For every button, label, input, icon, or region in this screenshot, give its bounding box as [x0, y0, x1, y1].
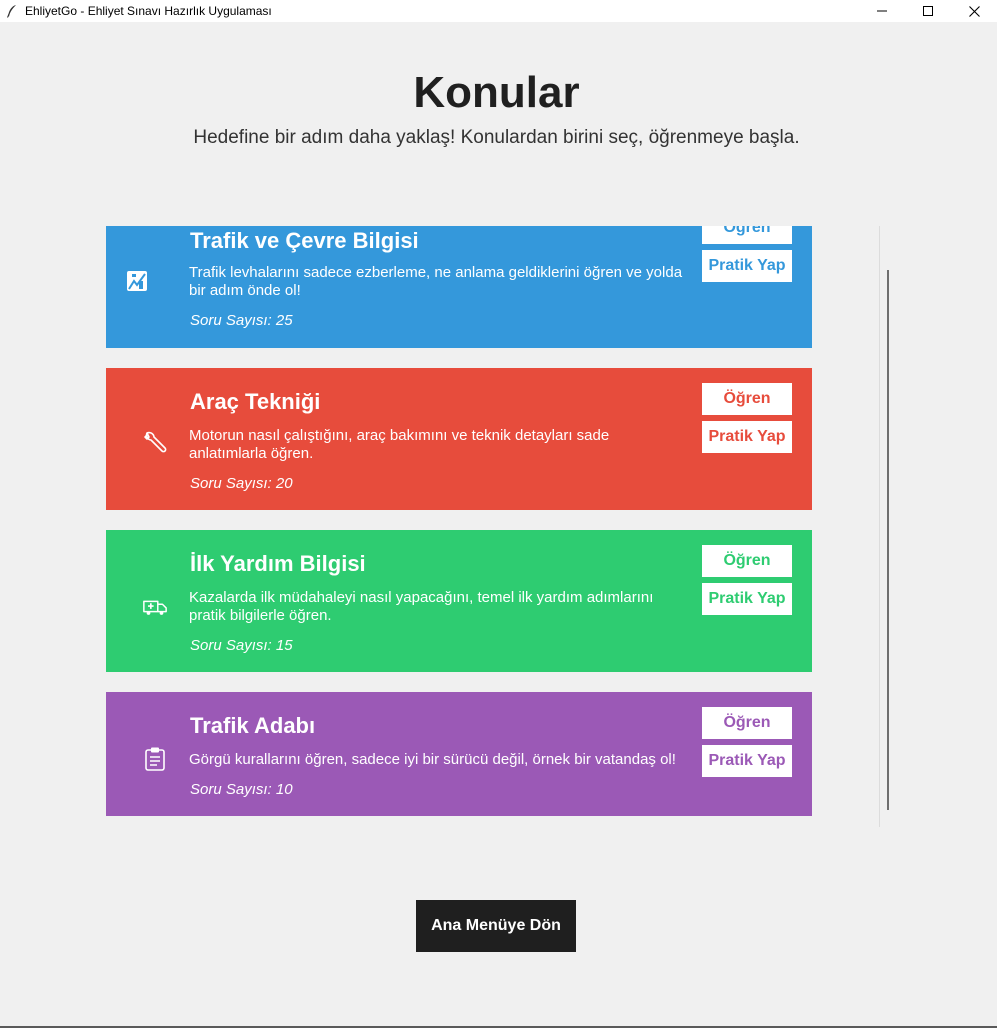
topic-card-vehicle: Araç Tekniği Motorun nasıl çalıştığını, …: [106, 368, 812, 510]
feather-icon: [5, 4, 19, 18]
topic-card-first-aid: İlk Yardım Bilgisi Kazalarda ilk müdahal…: [106, 530, 812, 672]
window-title: EhliyetGo - Ehliyet Sınavı Hazırlık Uygu…: [25, 4, 272, 18]
traffic-sign-icon: [124, 268, 150, 294]
topic-card-traffic: Trafik ve Çevre Bilgisi Trafik levhaları…: [106, 226, 812, 348]
minimize-button[interactable]: [859, 0, 905, 22]
topic-title: Trafik Adabı: [190, 713, 316, 738]
question-count: Soru Sayısı: 25: [190, 312, 293, 329]
window-controls: [859, 0, 997, 22]
topic-description: Görgü kurallarını öğren, sadece iyi bir …: [189, 751, 676, 768]
question-count: Soru Sayısı: 20: [190, 475, 293, 492]
page-title: Konular: [413, 68, 580, 117]
topic-description: Motorun nasıl çalıştığını, araç bakımını…: [189, 427, 610, 462]
learn-button[interactable]: Öğren: [702, 383, 792, 415]
learn-button[interactable]: Öğren: [702, 707, 792, 739]
back-to-main-menu-button[interactable]: Ana Menüye Dön: [416, 900, 576, 952]
topic-description: Kazalarda ilk müdahaleyi nasıl yapacağın…: [189, 589, 654, 624]
topic-title: İlk Yardım Bilgisi: [190, 551, 366, 576]
wrench-icon: [142, 430, 168, 456]
ambulance-icon: [142, 594, 168, 620]
practice-button[interactable]: Pratik Yap: [702, 583, 792, 615]
topic-description: Trafik levhalarını sadece ezberleme, ne …: [189, 264, 683, 299]
learn-button[interactable]: Öğren: [702, 226, 792, 244]
learn-button[interactable]: Öğren: [702, 545, 792, 577]
maximize-button[interactable]: [905, 0, 951, 22]
clipboard-icon: [142, 746, 168, 772]
vertical-scrollbar[interactable]: [879, 226, 896, 827]
topic-title: Trafik ve Çevre Bilgisi: [190, 228, 419, 253]
title-bar[interactable]: EhliyetGo - Ehliyet Sınavı Hazırlık Uygu…: [0, 0, 997, 22]
practice-button[interactable]: Pratik Yap: [702, 250, 792, 282]
page-subtitle: Hedefine bir adım daha yaklaş! Konularda…: [193, 127, 800, 148]
app-window: EhliyetGo - Ehliyet Sınavı Hazırlık Uygu…: [0, 0, 997, 1028]
question-count: Soru Sayısı: 10: [190, 781, 293, 798]
close-button[interactable]: [951, 0, 997, 22]
question-count: Soru Sayısı: 15: [190, 637, 293, 654]
practice-button[interactable]: Pratik Yap: [702, 745, 792, 777]
topics-scroll-area[interactable]: Trafik ve Çevre Bilgisi Trafik levhaları…: [106, 226, 812, 816]
maximize-icon: [923, 6, 933, 16]
close-icon: [968, 5, 980, 17]
practice-button[interactable]: Pratik Yap: [702, 421, 792, 453]
topic-card-etiquette: Trafik Adabı Görgü kurallarını öğren, sa…: [106, 692, 812, 816]
topic-title: Araç Tekniği: [190, 389, 321, 414]
minimize-icon: [877, 10, 887, 12]
scrollbar-thumb[interactable]: [887, 270, 889, 810]
topic-list: Trafik ve Çevre Bilgisi Trafik levhaları…: [106, 226, 812, 816]
